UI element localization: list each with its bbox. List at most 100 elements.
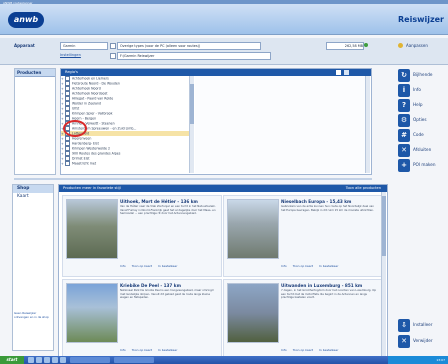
device-select[interactable]: Garmin [60, 42, 108, 50]
side-button-label: Afsluiten [413, 147, 432, 152]
tree-row-label: Ulfst [72, 106, 80, 111]
tree-scrollbar-thumb[interactable] [190, 84, 194, 124]
side-button-icon: ⚙ [398, 114, 410, 127]
tree-row-label: Heerenveen [72, 136, 92, 141]
side-button-icon: ? [398, 99, 410, 112]
side-button-label: Code [413, 132, 424, 137]
route-photo[interactable] [227, 199, 279, 259]
product-card[interactable]: Uithoek, Mort de Hétier - 136 km Van de H… [62, 195, 222, 277]
header-bar: anwb Reiswijzer [0, 4, 448, 35]
nav-item-shop[interactable]: Shop [13, 185, 53, 193]
route-photo[interactable] [227, 283, 279, 343]
card-action-link[interactable]: In bestelkeer [319, 348, 338, 352]
card-actions: Info Toon op kaart In bestelkeer [120, 264, 183, 268]
tree-row-label: Hardenberg- Elst [72, 141, 99, 146]
folder-checkbox[interactable] [110, 53, 116, 59]
tree-row-label: Krimpen Westerwolde 2 [72, 146, 110, 151]
app-window: ANWB routeplanner anwb Reiswijzer Appara… [0, 0, 448, 356]
taskbar-icon[interactable] [52, 357, 58, 363]
side-button-label: Opties [413, 117, 427, 122]
tree-checkbox[interactable] [65, 161, 70, 166]
anwb-logo: anwb [8, 12, 44, 28]
card-action-link[interactable]: Toon op kaart [132, 348, 152, 352]
tree-row-label: Wolder in Zeeland [72, 101, 102, 106]
card-action-link[interactable]: In bestelkeer [158, 264, 177, 268]
tab-producten[interactable]: Producten [15, 69, 55, 77]
bottom-button-icon: ⇩ [398, 319, 410, 332]
nav-item-kaart[interactable]: Kaart [13, 193, 53, 201]
side-button-icon: + [398, 159, 410, 172]
card-action-link[interactable]: Toon op kaart [132, 264, 152, 268]
card-description: Van de Hétier naar de Vlak Zonfunjer en … [120, 204, 216, 216]
system-tray: 13:07 [388, 356, 448, 364]
side-nav: Shop Kaart Geen Reiswijzer ontvangen en … [12, 184, 54, 351]
card-actions: Info Toon op kaart In bestelkeer [281, 348, 344, 352]
content-scrollbar[interactable] [381, 192, 386, 356]
product-card[interactable]: Nieselbach Europa - 15,43 km Gebruikers v… [223, 195, 383, 277]
apparaat-label: Apparaat [14, 43, 35, 48]
tree-header-title: Regio's [65, 70, 78, 74]
side-button-icon: ↻ [398, 69, 410, 82]
bottom-button-label: Installeer [413, 322, 433, 327]
taskbar-icon[interactable] [36, 357, 42, 363]
tree-row-label: Fietsroute Noord - De Wouden [72, 81, 120, 86]
side-button-icon: # [398, 129, 410, 142]
tree-filter-icon[interactable] [336, 70, 341, 75]
status-ok-icon [364, 43, 368, 47]
tree-row-label: 900 Routes des grandes Alpes [72, 151, 121, 156]
tree-row-label: Krimpen Spier - Vallbrook [72, 111, 113, 116]
taskbar-icon[interactable] [28, 357, 34, 363]
bottom-button-icon: ✕ [398, 335, 410, 348]
tree-detail-area [195, 76, 369, 173]
card-action-link[interactable]: Info [281, 348, 287, 352]
show-all-link[interactable]: Toon alle producten [346, 185, 381, 192]
start-button[interactable]: start [0, 356, 24, 364]
taskbar-window-button[interactable] [114, 357, 154, 363]
instellingen-link[interactable]: Instellingen [60, 53, 81, 57]
side-button-label: Bijlhende [413, 72, 433, 77]
card-action-link[interactable]: Toon op kaart [293, 348, 313, 352]
route-photo[interactable] [66, 199, 118, 259]
tree-row-label: Drimst Elst [72, 156, 90, 161]
tree-header: Regio's [61, 69, 371, 76]
folder-path-field[interactable]: F:\Garmin Reiswijzer [117, 52, 271, 60]
bottom-button-verwijder[interactable]: ✕ Verwijder [398, 334, 444, 352]
device-type-field[interactable]: Overige types (voor de PC (alleen voor r… [117, 42, 261, 50]
aanpassen-button[interactable]: Aanpassen [406, 43, 428, 48]
tree-view-icon[interactable] [344, 70, 349, 75]
tree-scrollbar[interactable] [189, 76, 194, 173]
product-card[interactable]: Uitwanden in Luxemburg - 851 km 7 dagen, … [223, 279, 383, 356]
tree-row-label: Achterhoek Noordoost [72, 91, 108, 96]
product-card[interactable]: Kriebike De Peel - 137 km Nationaal Park … [62, 279, 222, 356]
tree-row-label: Achterhoek en Liemers [72, 76, 109, 81]
tree-row-label: Hillegat - Paard van Rolde [72, 96, 114, 101]
section-divider [14, 178, 372, 180]
card-description: Nationaal Park De Groote Peel is een hoo… [120, 288, 214, 300]
content-scrollbar-thumb[interactable] [382, 196, 386, 256]
side-button-poi-maken[interactable]: + POI maken [398, 158, 444, 176]
tree-row[interactable]: + Maastricht met [61, 161, 189, 166]
route-photo[interactable] [66, 283, 118, 343]
bottom-button-label: Verwijder [413, 338, 433, 343]
settings-icon[interactable] [398, 43, 403, 48]
card-actions: Info Toon op kaart In bestelkeer [120, 348, 183, 352]
shop-note[interactable]: Geen Reiswijzer ontvangen en in de shop [14, 311, 52, 319]
tree-row-label: Achterhoek Noord [72, 86, 101, 91]
card-action-link[interactable]: In bestelkeer [158, 348, 177, 352]
card-action-link[interactable]: Info [120, 264, 126, 268]
card-action-link[interactable]: Toon op kaart [293, 264, 313, 268]
taskbar-icon[interactable] [60, 357, 66, 363]
taskbar-icon[interactable] [44, 357, 50, 363]
tree-row-label: Maastricht met [72, 161, 97, 166]
taskbar: start 13:07 [0, 356, 448, 364]
content-header: Producten meer in favoriete stijl Toon a… [59, 185, 387, 192]
device-type-checkbox[interactable] [110, 43, 116, 49]
card-action-link[interactable]: In bestelkeer [319, 264, 338, 268]
card-action-link[interactable]: Info [281, 264, 287, 268]
storage-size: 262,58 MB [326, 42, 364, 50]
card-action-link[interactable]: Info [120, 348, 126, 352]
detail-scrollbar[interactable] [365, 76, 370, 173]
taskbar-window-button[interactable] [70, 357, 110, 363]
side-button-icon: ✕ [398, 144, 410, 157]
side-button-label: Help [413, 102, 423, 107]
